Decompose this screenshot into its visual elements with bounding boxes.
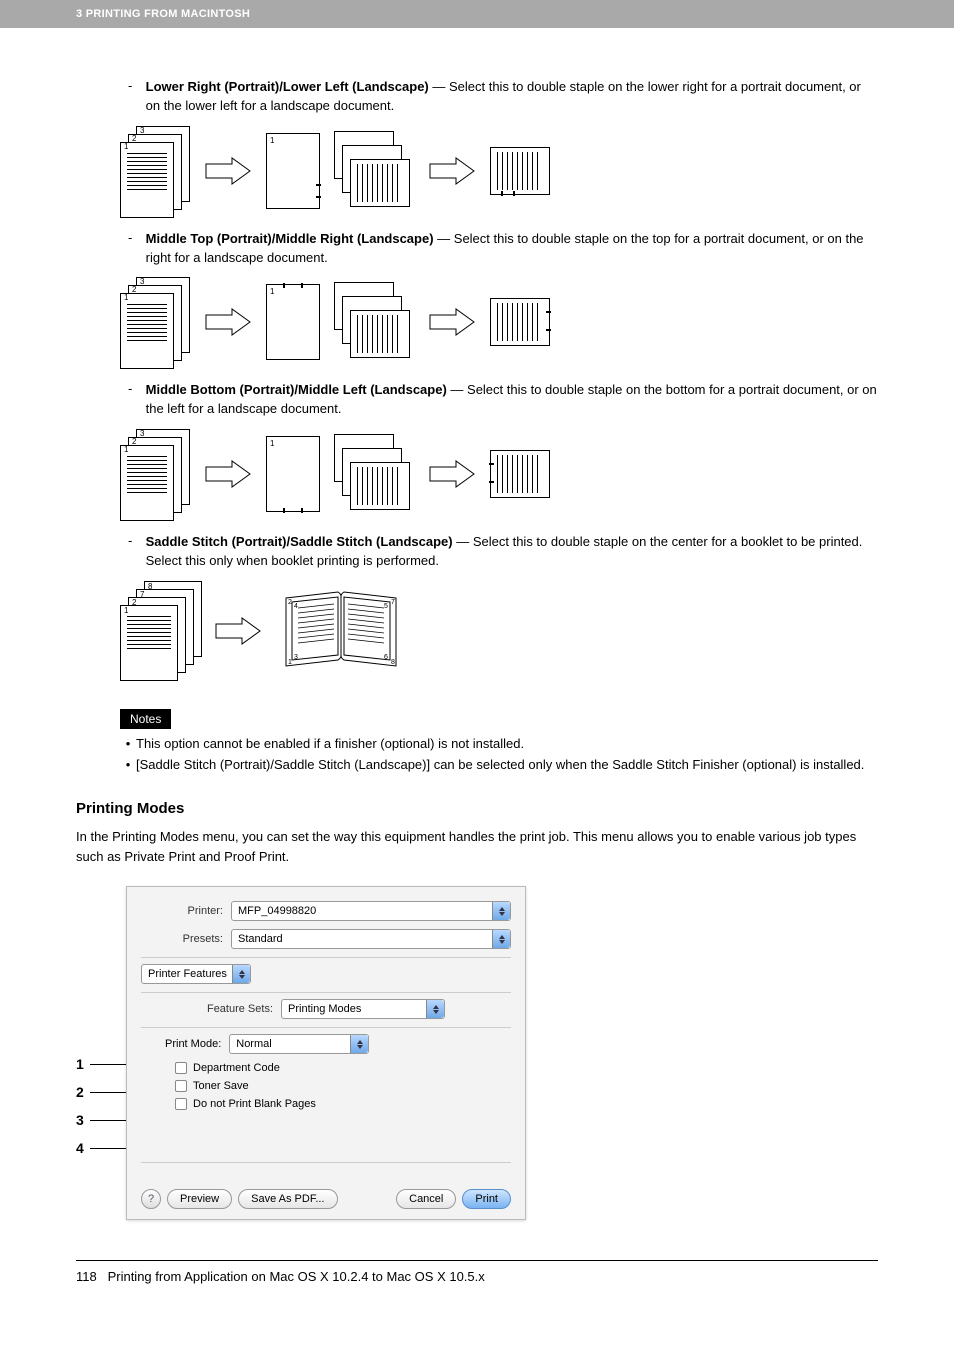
svg-text:7: 7 bbox=[391, 599, 395, 606]
feature-sets-label: Feature Sets: bbox=[207, 1003, 281, 1015]
no-blank-pages-checkbox[interactable]: Do not Print Blank Pages bbox=[175, 1098, 511, 1110]
footer-title: Printing from Application on Mac OS X 10… bbox=[108, 1269, 485, 1284]
option-title: Middle Bottom (Portrait)/Middle Left (La… bbox=[146, 382, 447, 397]
svg-text:6: 6 bbox=[384, 654, 388, 661]
print-button[interactable]: Print bbox=[462, 1189, 511, 1209]
department-code-checkbox[interactable]: Department Code bbox=[175, 1062, 511, 1074]
callout-numbers: 1 2 3 4 bbox=[76, 939, 126, 1167]
option-lower-right: - Lower Right (Portrait)/Lower Left (Lan… bbox=[102, 78, 878, 116]
print-mode-select[interactable]: Normal bbox=[229, 1034, 369, 1054]
arrow-icon bbox=[204, 156, 252, 186]
svg-text:2: 2 bbox=[288, 599, 292, 606]
diagram-middle-bottom: 3 2 1 1 bbox=[120, 429, 878, 519]
svg-text:5: 5 bbox=[384, 603, 388, 610]
svg-text:4: 4 bbox=[294, 603, 298, 610]
arrow-icon bbox=[214, 616, 262, 646]
option-title: Middle Top (Portrait)/Middle Right (Land… bbox=[146, 231, 434, 246]
diagram-lower-right: 3 2 1 1 bbox=[120, 126, 878, 216]
arrow-icon bbox=[428, 307, 476, 337]
presets-select[interactable]: Standard bbox=[231, 929, 511, 949]
cancel-button[interactable]: Cancel bbox=[396, 1189, 456, 1209]
presets-label: Presets: bbox=[141, 933, 231, 945]
arrow-icon bbox=[204, 307, 252, 337]
option-saddle-stitch: - Saddle Stitch (Portrait)/Saddle Stitch… bbox=[102, 533, 878, 571]
help-button[interactable]: ? bbox=[141, 1189, 161, 1209]
feature-sets-select[interactable]: Printing Modes bbox=[281, 999, 445, 1019]
option-middle-top: - Middle Top (Portrait)/Middle Right (La… bbox=[102, 230, 878, 268]
section-description: In the Printing Modes menu, you can set … bbox=[76, 827, 878, 866]
note-text: [Saddle Stitch (Portrait)/Saddle Stitch … bbox=[136, 756, 864, 775]
arrow-icon bbox=[204, 459, 252, 489]
panel-select[interactable]: Printer Features bbox=[141, 964, 251, 984]
print-dialog: Printer: MFP_04998820 Presets: Standard … bbox=[126, 886, 526, 1220]
preview-button[interactable]: Preview bbox=[167, 1189, 232, 1209]
print-mode-label: Print Mode: bbox=[165, 1038, 229, 1050]
page-number: 118 bbox=[76, 1269, 97, 1284]
note-text: This option cannot be enabled if a finis… bbox=[136, 735, 524, 754]
diagram-middle-top: 3 2 1 1 bbox=[120, 277, 878, 367]
diagram-saddle-stitch: 8 7 2 1 24 75 31 bbox=[120, 581, 878, 681]
booklet-diagram: 24 75 31 68 bbox=[276, 586, 406, 676]
chapter-header: 3 PRINTING FROM MACINTOSH bbox=[0, 0, 954, 28]
breadcrumb: 3 PRINTING FROM MACINTOSH bbox=[76, 8, 250, 20]
toner-save-checkbox[interactable]: Toner Save bbox=[175, 1080, 511, 1092]
notes-list: •This option cannot be enabled if a fini… bbox=[120, 735, 878, 775]
save-as-pdf-button[interactable]: Save As PDF... bbox=[238, 1189, 337, 1209]
printer-select[interactable]: MFP_04998820 bbox=[231, 901, 511, 921]
svg-text:8: 8 bbox=[391, 659, 395, 666]
option-middle-bottom: - Middle Bottom (Portrait)/Middle Left (… bbox=[102, 381, 878, 419]
option-title: Saddle Stitch (Portrait)/Saddle Stitch (… bbox=[146, 534, 453, 549]
svg-text:3: 3 bbox=[294, 654, 298, 661]
printer-label: Printer: bbox=[141, 905, 231, 917]
option-title: Lower Right (Portrait)/Lower Left (Lands… bbox=[146, 79, 429, 94]
svg-text:1: 1 bbox=[288, 659, 292, 666]
arrow-icon bbox=[428, 156, 476, 186]
section-title: Printing Modes bbox=[76, 800, 878, 817]
page-footer: 118 Printing from Application on Mac OS … bbox=[0, 1261, 954, 1314]
arrow-icon bbox=[428, 459, 476, 489]
notes-label: Notes bbox=[120, 709, 171, 729]
